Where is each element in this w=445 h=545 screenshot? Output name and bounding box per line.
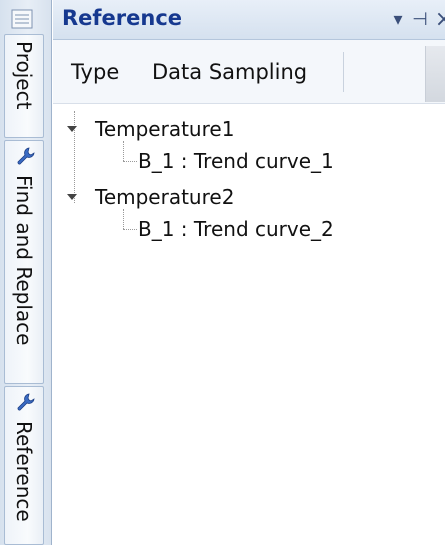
collapse-arrow-icon[interactable]: [67, 126, 77, 132]
side-tab-project-label: Project: [12, 41, 36, 110]
wrench-icon: [17, 393, 35, 411]
tree-node-trend-curve-2[interactable]: B_1 : Trend curve_2: [138, 215, 334, 243]
tree-node-label: B_1 : Trend curve_1: [138, 149, 334, 173]
tree-node-label: B_1 : Trend curve_2: [138, 217, 334, 241]
tree-guide-line: [123, 141, 124, 161]
tree-guide-line: [123, 229, 137, 230]
type-column-button[interactable]: Type: [71, 60, 119, 84]
tree-node-label: Temperature1: [95, 117, 235, 141]
panel-toolbar: Type Data Sampling: [53, 40, 445, 104]
side-tab-project[interactable]: Project: [4, 34, 44, 138]
tree-guide-line: [123, 161, 137, 162]
reference-window: Project Find and Replace Reference Refer…: [0, 0, 445, 545]
data-sampling-column-button[interactable]: Data Sampling: [152, 60, 307, 84]
dock-tab-strip: Project Find and Replace Reference: [0, 0, 52, 545]
tree-guide-line: [123, 209, 124, 229]
tree-node-label: Temperature2: [95, 185, 235, 209]
panel-title: Reference: [62, 6, 183, 30]
toolbar-separator: [343, 52, 344, 92]
reference-tree: Temperature1 B_1 : Trend curve_1 Tempera…: [53, 105, 445, 545]
tree-node-trend-curve-1[interactable]: B_1 : Trend curve_1: [138, 147, 334, 175]
side-tab-find-and-replace[interactable]: Find and Replace: [4, 140, 44, 384]
project-icon: [11, 9, 33, 29]
tree-node-temperature1[interactable]: Temperature1: [67, 115, 234, 143]
side-tab-reference-label: Reference: [12, 421, 36, 522]
toolbar-overflow: [425, 46, 445, 102]
pin-icon[interactable]: ⊣: [409, 6, 431, 32]
panel-menu-button[interactable]: ▾: [387, 6, 409, 32]
side-tab-reference[interactable]: Reference: [4, 386, 44, 545]
tree-node-temperature2[interactable]: Temperature2: [67, 183, 234, 211]
panel-header: Reference ▾ ⊣ ×: [53, 0, 445, 40]
side-tab-find-and-replace-label: Find and Replace: [12, 175, 36, 346]
close-icon[interactable]: ×: [433, 6, 445, 32]
collapse-arrow-icon[interactable]: [67, 194, 77, 200]
wrench-icon: [17, 147, 35, 165]
